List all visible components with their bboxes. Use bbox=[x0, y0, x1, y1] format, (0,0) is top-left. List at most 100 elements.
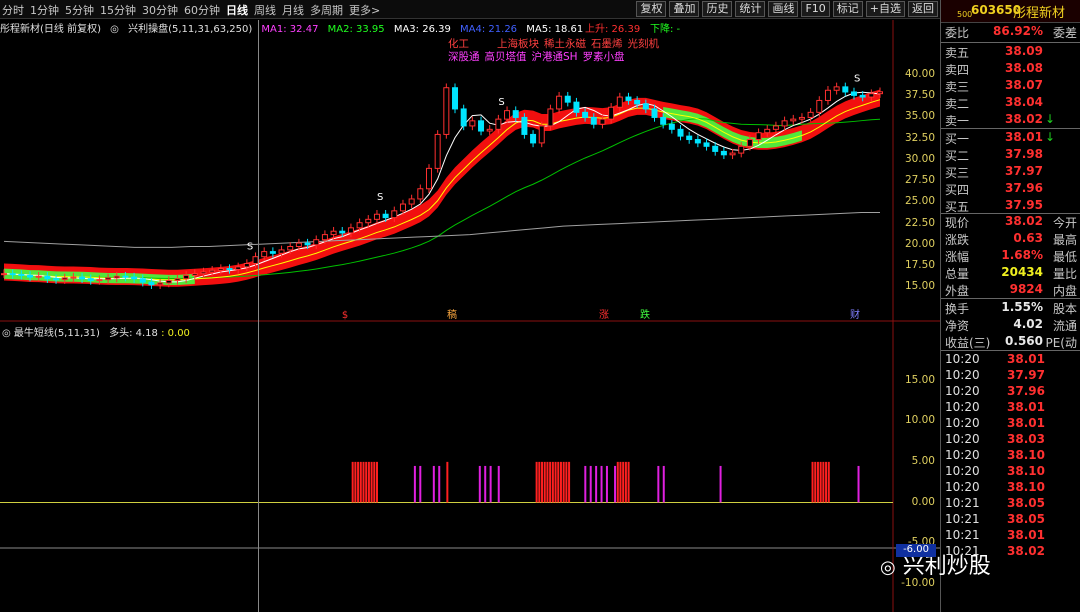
stat2-row-value: 4.02 bbox=[1013, 317, 1043, 331]
weibi-label: 委比 bbox=[945, 26, 970, 40]
candle bbox=[755, 132, 762, 141]
candle bbox=[122, 275, 129, 278]
candle bbox=[165, 279, 172, 284]
indicator-value: : 0.00 bbox=[161, 328, 190, 339]
candle bbox=[373, 213, 380, 220]
tick-price: 38.10 bbox=[1007, 448, 1045, 462]
ma-line-grey bbox=[3, 212, 880, 248]
trend-band-red bbox=[4, 89, 880, 287]
stat-row-value: 0.63 bbox=[1013, 231, 1043, 245]
tick-time: 10:20 bbox=[945, 368, 980, 382]
candle bbox=[694, 139, 701, 144]
tick-price: 38.05 bbox=[1007, 512, 1045, 526]
candle bbox=[538, 125, 545, 144]
tick-price: 38.01 bbox=[1007, 416, 1045, 430]
stat-row-label: 现价 bbox=[945, 216, 970, 230]
candle bbox=[850, 91, 857, 96]
tick-row: 10:20 38.03 bbox=[943, 432, 1079, 449]
stat-row-value: 38.02 bbox=[1005, 214, 1043, 228]
price-tick: 22.50 bbox=[904, 216, 935, 229]
candle bbox=[408, 198, 415, 205]
candle bbox=[226, 268, 233, 271]
candle bbox=[625, 96, 632, 101]
candle bbox=[547, 108, 554, 127]
tick-time: 10:21 bbox=[945, 528, 980, 542]
candle bbox=[651, 108, 658, 118]
wechat-icon: ◎ bbox=[880, 557, 896, 578]
indicator-label: 多头: 4.18 bbox=[109, 328, 158, 339]
stat-row-label: 总量 bbox=[945, 267, 970, 281]
candle bbox=[738, 145, 745, 154]
candle bbox=[478, 120, 485, 132]
bid-row: 买一 38.01 ↓ bbox=[943, 130, 1079, 147]
stat-row-value: 1.68% bbox=[1001, 248, 1043, 262]
tick-time: 10:20 bbox=[945, 384, 980, 398]
candle bbox=[495, 118, 502, 130]
panel-header: 500 603650 彤程新材 bbox=[941, 0, 1080, 23]
stat-row: 外盘 9824 内盘 bbox=[943, 282, 1079, 299]
stat-row-extra: 最低 bbox=[1052, 250, 1077, 264]
candle bbox=[347, 227, 354, 234]
price-chart[interactable]: S S S S $ 稿 涨 跌 财 bbox=[0, 0, 940, 612]
stat2-row-label: 换手 bbox=[945, 302, 970, 316]
price-tick: 25.00 bbox=[904, 195, 935, 208]
candle bbox=[183, 274, 190, 280]
tick-row: 10:20 38.01 bbox=[943, 352, 1079, 369]
candle bbox=[105, 277, 112, 281]
stat2-row-value: 0.560 bbox=[1005, 334, 1043, 348]
event-mark: 跌 bbox=[640, 308, 650, 321]
indicator-icon: ◎ bbox=[2, 328, 11, 339]
tick-time: 10:21 bbox=[945, 496, 980, 510]
candle bbox=[417, 188, 424, 200]
stat-row-extra: 量比 bbox=[1052, 267, 1077, 281]
event-mark: 稿 bbox=[447, 308, 457, 321]
ask-row-value: 38.02 bbox=[1005, 112, 1043, 126]
candle bbox=[295, 242, 302, 248]
weibi-row: 委比 86.92% 委差 bbox=[943, 24, 1079, 41]
watermark-text: 兴利炒股 bbox=[902, 554, 991, 579]
tick-price: 38.01 bbox=[1007, 528, 1045, 542]
ask-row-value: 38.08 bbox=[1005, 61, 1043, 75]
indicator-title[interactable]: 最牛短线(5,11,31) bbox=[14, 328, 100, 339]
candle bbox=[330, 230, 337, 236]
tick-row: 10:21 38.01 bbox=[943, 528, 1079, 545]
candle bbox=[53, 278, 60, 281]
tick-time: 10:20 bbox=[945, 416, 980, 430]
indicator-legend: ◎ 最牛短线(5,11,31) 多头: 4.18 : 0.00 bbox=[2, 324, 190, 339]
candle bbox=[824, 89, 831, 101]
ask-row: 卖二 38.04 bbox=[943, 95, 1079, 112]
stat-row-extra: 今开 bbox=[1052, 216, 1077, 230]
ask-row: 卖一 38.02 ↓ bbox=[943, 112, 1079, 129]
stat2-row: 收益(三) 0.560 PE(动 bbox=[943, 334, 1079, 351]
candle bbox=[877, 91, 883, 95]
candle bbox=[469, 120, 476, 127]
candle bbox=[460, 108, 467, 127]
stat-row-extra: 最高 bbox=[1052, 233, 1077, 247]
indicator-tick: 5.00 bbox=[911, 454, 935, 467]
tick-price: 38.03 bbox=[1007, 432, 1045, 446]
tick-price: 38.05 bbox=[1007, 496, 1045, 510]
stat2-row-value: 1.55% bbox=[1001, 300, 1043, 314]
candle bbox=[35, 275, 42, 278]
tick-row: 10:20 38.10 bbox=[943, 480, 1079, 497]
stat-row-label: 涨跌 bbox=[945, 233, 970, 247]
candle bbox=[434, 133, 441, 169]
candle bbox=[807, 111, 814, 118]
candle bbox=[582, 111, 589, 118]
indicator-tick: 0.00 bbox=[911, 495, 935, 508]
candle bbox=[191, 273, 198, 276]
stat-row: 现价 38.02 今开 bbox=[943, 214, 1079, 231]
candle bbox=[96, 279, 103, 282]
tick-time: 10:20 bbox=[945, 448, 980, 462]
candle bbox=[781, 120, 788, 127]
price-tick: 30.00 bbox=[904, 152, 935, 165]
bid-row-value: 37.98 bbox=[1005, 147, 1043, 161]
stat-row-value: 20434 bbox=[1001, 265, 1043, 279]
tick-time: 10:20 bbox=[945, 400, 980, 414]
candle bbox=[1, 273, 7, 276]
candle bbox=[616, 96, 623, 108]
stat2-row-extra: 股本 bbox=[1052, 302, 1077, 316]
stat2-row-label: 收益(三) bbox=[945, 336, 991, 350]
indicator-tick: 10.00 bbox=[904, 414, 935, 427]
candle bbox=[729, 152, 736, 156]
